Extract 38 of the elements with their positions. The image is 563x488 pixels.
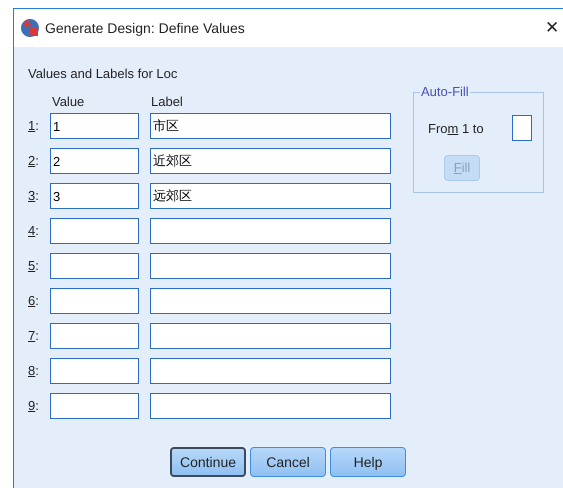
- close-button[interactable]: ✕: [537, 15, 563, 41]
- app-icon: [20, 18, 40, 38]
- row-number: 4:: [28, 222, 40, 240]
- value-field[interactable]: [50, 288, 139, 314]
- label-field[interactable]: [150, 288, 391, 314]
- value-field[interactable]: 1: [50, 113, 139, 139]
- row-number: 1:: [28, 117, 40, 136]
- row-number: 5:: [28, 257, 40, 276]
- row-number: 7:: [28, 327, 40, 346]
- row-number: 2:: [28, 152, 40, 170]
- column-header: Value: [52, 93, 86, 111]
- value-field[interactable]: 2: [50, 148, 139, 174]
- window-title: Generate Design: Define Values: [45, 18, 245, 38]
- row-number: 8:: [28, 362, 40, 380]
- label-field[interactable]: [150, 218, 391, 244]
- value-field[interactable]: [50, 358, 139, 384]
- value-field[interactable]: [50, 323, 139, 349]
- row-number: 3:: [28, 187, 40, 206]
- value-field[interactable]: [50, 253, 139, 279]
- dialog-button[interactable]: Continue: [170, 447, 246, 477]
- label-field[interactable]: [150, 323, 391, 349]
- label-field[interactable]: [150, 393, 391, 419]
- from-label: From 1 to: [428, 120, 484, 138]
- dialog-button[interactable]: Cancel: [250, 447, 326, 477]
- to-field[interactable]: [512, 115, 532, 141]
- label-field[interactable]: 近郊区: [150, 148, 391, 174]
- label-field[interactable]: 市区: [150, 113, 391, 139]
- label-field[interactable]: 远郊区: [150, 183, 391, 209]
- row-number: 6:: [28, 292, 40, 310]
- label-field[interactable]: [150, 253, 391, 279]
- section-heading: Values and Labels for Loc: [28, 65, 178, 83]
- value-field[interactable]: 3: [50, 183, 139, 209]
- label-field[interactable]: [150, 358, 391, 384]
- value-field[interactable]: [50, 218, 139, 244]
- dialog-button[interactable]: Help: [330, 447, 406, 477]
- column-header: Label: [151, 93, 183, 111]
- value-field[interactable]: [50, 393, 139, 419]
- row-number: 9:: [28, 397, 40, 416]
